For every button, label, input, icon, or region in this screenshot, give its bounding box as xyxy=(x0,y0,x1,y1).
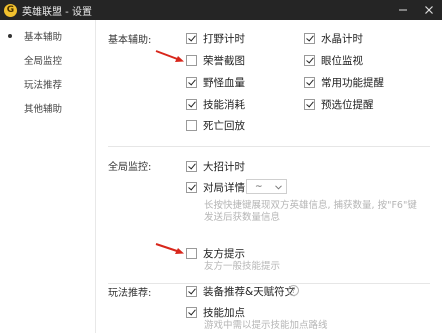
settings-panel: 基本辅助: 打野计时 水晶计时 荣誉截图 眼位监视 野怪血量 常用功能提醒 技能… xyxy=(96,20,442,333)
checkbox[interactable] xyxy=(186,54,197,66)
option-label: 荣誉截图 xyxy=(203,54,245,67)
option-ward-monitor[interactable]: 眼位监视 xyxy=(304,53,363,67)
section-label-play: 玩法推荐: xyxy=(108,288,152,299)
option-equipment-recommend[interactable]: 装备推荐&天赋符文 xyxy=(186,284,295,298)
skill-points-description: 游戏中需以提示技能加点路线 xyxy=(204,320,328,331)
section-label-basic: 基本辅助: xyxy=(108,35,152,46)
checkbox[interactable] xyxy=(186,76,197,88)
checkbox[interactable] xyxy=(304,32,315,44)
checkbox[interactable] xyxy=(186,285,197,297)
option-preselect-reminder[interactable]: 预选位提醒 xyxy=(304,97,374,111)
hotkey-select-value: ~ xyxy=(255,181,263,192)
minimize-button[interactable] xyxy=(390,0,416,20)
section-label-monitor: 全局监控: xyxy=(108,162,152,173)
option-label: 打野计时 xyxy=(203,32,245,45)
option-label: 对局详情 xyxy=(203,181,245,194)
annotation-arrow-icon xyxy=(155,243,184,254)
close-icon xyxy=(425,6,433,14)
option-label: 眼位监视 xyxy=(321,54,363,67)
option-jungle-timer[interactable]: 打野计时 xyxy=(186,31,245,45)
option-label: 预选位提醒 xyxy=(321,98,374,111)
checkbox[interactable] xyxy=(186,119,197,131)
option-label: 友方提示 xyxy=(203,247,245,260)
option-common-reminder[interactable]: 常用功能提醒 xyxy=(304,75,384,89)
checkbox[interactable] xyxy=(304,76,315,88)
option-label: 死亡回放 xyxy=(203,119,245,132)
option-monster-hp[interactable]: 野怪血量 xyxy=(186,75,245,89)
sidebar-item-basic-assist[interactable]: 基本辅助 xyxy=(0,26,96,46)
option-skill-points[interactable]: 技能加点 xyxy=(186,305,245,319)
match-detail-description: 长按快捷键展现双方英雄信息, 捕获数量, 按"F6"键 发送后获数量信息 xyxy=(204,200,417,223)
hotkey-select[interactable]: ~ xyxy=(246,179,287,194)
option-label: 野怪血量 xyxy=(203,76,245,89)
option-match-detail[interactable]: 对局详情 xyxy=(186,180,245,194)
help-icon[interactable]: ? xyxy=(288,285,299,296)
checkbox[interactable] xyxy=(304,98,315,110)
checkbox[interactable] xyxy=(304,54,315,66)
sidebar-item-play-recommend[interactable]: 玩法推荐 xyxy=(0,74,96,94)
friend-hint-description: 友方一般技能提示 xyxy=(204,261,281,272)
sidebar: 基本辅助 全局监控 玩法推荐 其他辅助 xyxy=(0,20,96,333)
option-label: 技能消耗 xyxy=(203,98,245,111)
option-label: 装备推荐&天赋符文 xyxy=(203,285,296,298)
checkbox[interactable] xyxy=(186,181,197,193)
divider xyxy=(108,146,430,147)
checkbox[interactable] xyxy=(186,247,197,259)
window-title: 英雄联盟 - 设置 xyxy=(22,6,92,18)
option-label: 技能加点 xyxy=(203,306,245,319)
checkbox[interactable] xyxy=(186,32,197,44)
option-label: 常用功能提醒 xyxy=(321,76,384,89)
close-button[interactable] xyxy=(416,0,442,20)
checkbox[interactable] xyxy=(186,160,197,172)
option-death-replay[interactable]: 死亡回放 xyxy=(186,118,245,132)
title-bar: G 英雄联盟 - 设置 xyxy=(0,0,442,20)
option-crystal-timer[interactable]: 水晶计时 xyxy=(304,31,363,45)
annotation-arrow-icon xyxy=(155,50,184,62)
option-friend-hint[interactable]: 友方提示 xyxy=(186,246,245,260)
option-label: 水晶计时 xyxy=(321,32,363,45)
app-logo: G xyxy=(4,3,17,17)
option-label: 大招计时 xyxy=(203,160,245,173)
option-skill-cost[interactable]: 技能消耗 xyxy=(186,97,245,111)
sidebar-item-other-assist[interactable]: 其他辅助 xyxy=(0,98,96,118)
minimize-icon xyxy=(399,9,407,11)
checkbox[interactable] xyxy=(186,98,197,110)
sidebar-item-global-monitor[interactable]: 全局监控 xyxy=(0,50,96,70)
option-ultimate-timer[interactable]: 大招计时 xyxy=(186,159,245,173)
checkbox[interactable] xyxy=(186,306,197,318)
window-controls xyxy=(390,0,442,20)
chevron-down-icon xyxy=(275,185,282,190)
option-honor-screenshot[interactable]: 荣誉截图 xyxy=(186,53,245,67)
